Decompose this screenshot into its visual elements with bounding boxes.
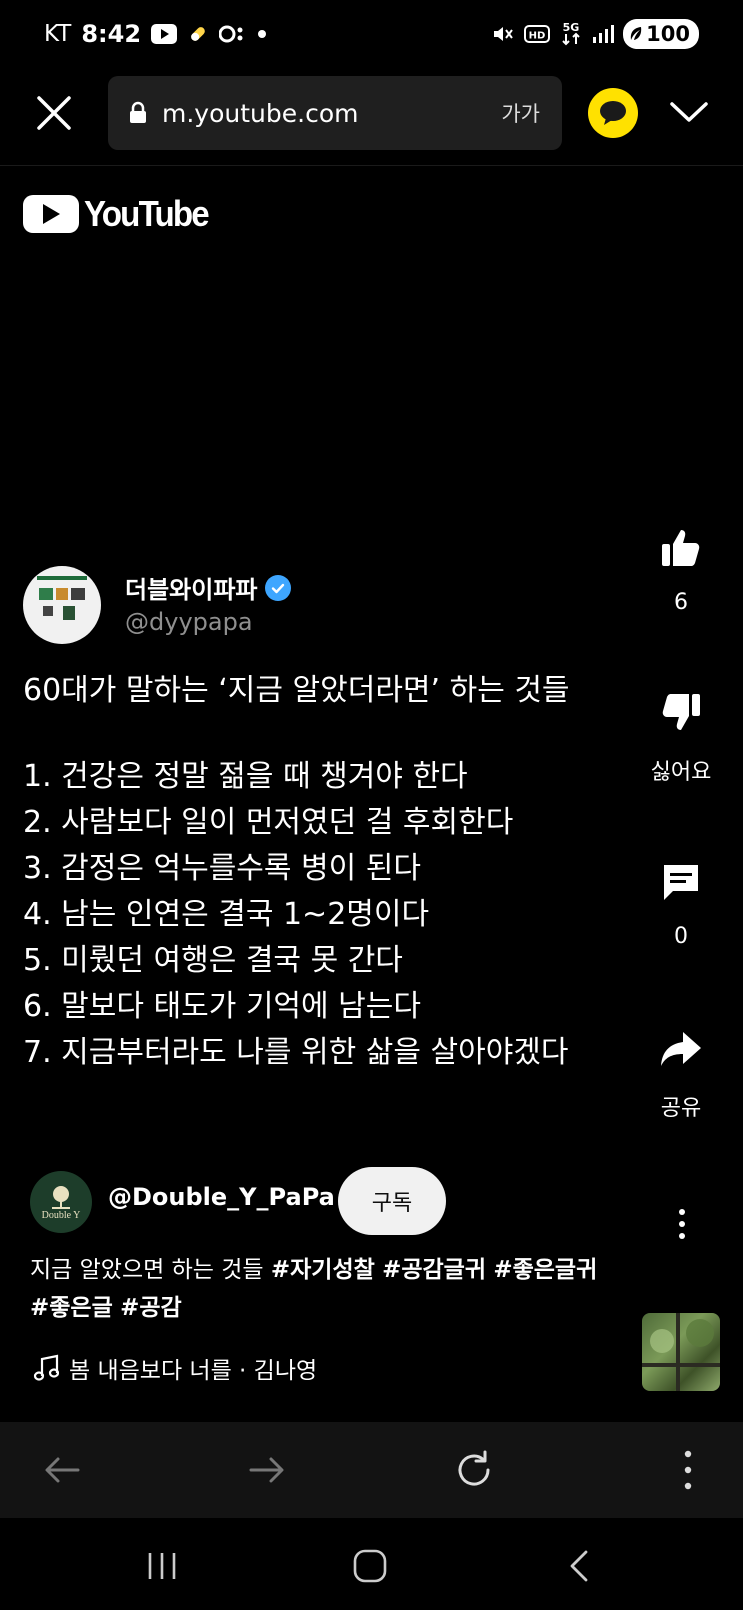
- text-size-button[interactable]: 가가: [501, 98, 540, 128]
- status-bar: KT 8:42 HD 5G 100: [0, 0, 743, 68]
- hashtag[interactable]: #좋은글귀: [493, 1257, 597, 1283]
- music-note-icon: [33, 1354, 59, 1381]
- hashtag[interactable]: #좋은글: [30, 1295, 113, 1321]
- post-channel-name[interactable]: 더블와이파파: [125, 570, 292, 605]
- youtube-wordmark: YouTube: [84, 193, 210, 234]
- chevron-left-icon: [570, 1550, 588, 1582]
- youtube-logo[interactable]: YouTube: [23, 193, 219, 235]
- thumbs-down-icon: [662, 694, 700, 730]
- arrow-left-icon: [45, 1457, 80, 1483]
- list-item: 3. 감정은 억누를수록 병이 된다: [23, 851, 421, 886]
- system-navigation-bar: [0, 1518, 743, 1610]
- lock-icon: [130, 101, 146, 123]
- battery-indicator: 100: [623, 19, 699, 49]
- close-icon: [37, 96, 71, 130]
- music-title: 봄 내음보다 너를 · 김나영: [69, 1358, 318, 1384]
- browser-more-button[interactable]: [666, 1448, 710, 1492]
- dot-icon: [257, 29, 267, 39]
- post-list: 1. 건강은 정말 젊을 때 챙겨야 한다 2. 사람보다 일이 먼저였던 걸 …: [23, 754, 569, 1076]
- pill-notification-icon: [187, 23, 209, 45]
- close-tab-button[interactable]: [34, 93, 74, 133]
- arrow-right-icon: [249, 1457, 284, 1483]
- more-vertical-icon: [684, 1450, 692, 1490]
- channel-handle[interactable]: @Double_Y_PaPa: [108, 1183, 335, 1211]
- avatar-image: [37, 576, 87, 620]
- share-label: 공유: [660, 1096, 702, 1121]
- youtube-notification-icon: [151, 24, 178, 44]
- signal-icon: [592, 24, 615, 44]
- svg-text:5G: 5G: [563, 21, 580, 34]
- thumbnail-image: [642, 1313, 720, 1391]
- verified-badge-icon: [265, 574, 292, 601]
- hashtag[interactable]: #공감: [120, 1295, 182, 1321]
- dislike-label: 싫어요: [650, 760, 712, 785]
- share-arrow-icon: [661, 1032, 701, 1066]
- list-item: 4. 남는 인연은 결국 1~2명이다: [23, 897, 430, 932]
- refresh-button[interactable]: [452, 1448, 496, 1492]
- subscribe-button[interactable]: 구독: [338, 1167, 446, 1235]
- comments-button[interactable]: 0: [626, 860, 736, 949]
- network-5g-icon: 5G: [559, 20, 583, 48]
- more-vertical-icon: [679, 1209, 685, 1239]
- hd-voice-icon: HD: [524, 23, 551, 45]
- dots-notification-icon: [219, 24, 247, 44]
- dislike-button[interactable]: 싫어요: [626, 690, 736, 786]
- comment-count: 0: [674, 924, 688, 949]
- hashtag[interactable]: #자기성찰: [271, 1257, 375, 1283]
- list-item: 5. 미뤘던 여행은 결국 못 간다: [23, 943, 403, 978]
- clock-time: 8:42: [81, 20, 142, 48]
- chevron-down-icon: [670, 102, 708, 122]
- list-item: 1. 건강은 정말 젊을 때 챙겨야 한다: [23, 759, 468, 794]
- youtube-play-icon: [23, 195, 79, 233]
- channel-avatar[interactable]: Double Y: [30, 1171, 92, 1233]
- post-handle: @dyypapa: [125, 608, 253, 636]
- recent-apps-icon: [148, 1553, 176, 1579]
- browser-nav-bar: [0, 1422, 743, 1518]
- hashtag[interactable]: #공감글귀: [382, 1257, 486, 1283]
- carrier-label: KT: [44, 21, 72, 47]
- back-button[interactable]: [40, 1448, 84, 1492]
- description-text: 지금 알았으면 하는 것들: [30, 1257, 271, 1283]
- tree-logo-icon: [52, 1185, 70, 1209]
- channel-name-text: 더블와이파파: [125, 576, 258, 604]
- channel-avatar-text: Double Y: [41, 1209, 81, 1221]
- forward-button[interactable]: [245, 1448, 289, 1492]
- svg-text:HD: HD: [529, 31, 546, 42]
- mute-icon: [491, 22, 515, 46]
- list-item: 6. 말보다 태도가 기억에 남는다: [23, 989, 421, 1024]
- more-options-button[interactable]: [664, 1206, 700, 1242]
- speech-bubble-icon: [600, 101, 626, 125]
- thumbs-up-icon: [662, 530, 700, 566]
- post-channel-avatar[interactable]: [23, 566, 101, 644]
- share-button[interactable]: 공유: [626, 1026, 736, 1122]
- music-thumbnail[interactable]: [642, 1313, 720, 1391]
- list-item: 7. 지금부터라도 나를 위한 삶을 살아야겠다: [23, 1035, 569, 1070]
- browser-menu-button[interactable]: [668, 96, 710, 128]
- refresh-icon: [458, 1450, 490, 1486]
- charging-leaf-icon: [630, 27, 642, 40]
- like-button[interactable]: 6: [626, 526, 736, 615]
- system-back-button[interactable]: [562, 1548, 598, 1584]
- talk-share-button[interactable]: [588, 88, 638, 138]
- list-item: 2. 사람보다 일이 먼저였던 걸 후회한다: [23, 805, 514, 840]
- video-description[interactable]: 지금 알았으면 하는 것들 #자기성찰 #공감글귀 #좋은글귀 #좋은글 #공감: [30, 1251, 620, 1327]
- post-title: 60대가 말하는 ‘지금 알았더라면’ 하는 것들: [23, 673, 570, 708]
- browser-toolbar: m.youtube.com 가가: [0, 68, 743, 166]
- url-text: m.youtube.com: [162, 98, 359, 128]
- comment-icon: [664, 865, 698, 900]
- music-info[interactable]: 봄 내음보다 너를 · 김나영: [33, 1351, 317, 1385]
- battery-level: 100: [646, 22, 690, 46]
- like-count: 6: [674, 590, 688, 615]
- recent-apps-button[interactable]: [144, 1548, 180, 1584]
- address-bar[interactable]: m.youtube.com 가가: [108, 76, 562, 150]
- home-icon: [353, 1549, 387, 1583]
- home-button[interactable]: [352, 1548, 388, 1584]
